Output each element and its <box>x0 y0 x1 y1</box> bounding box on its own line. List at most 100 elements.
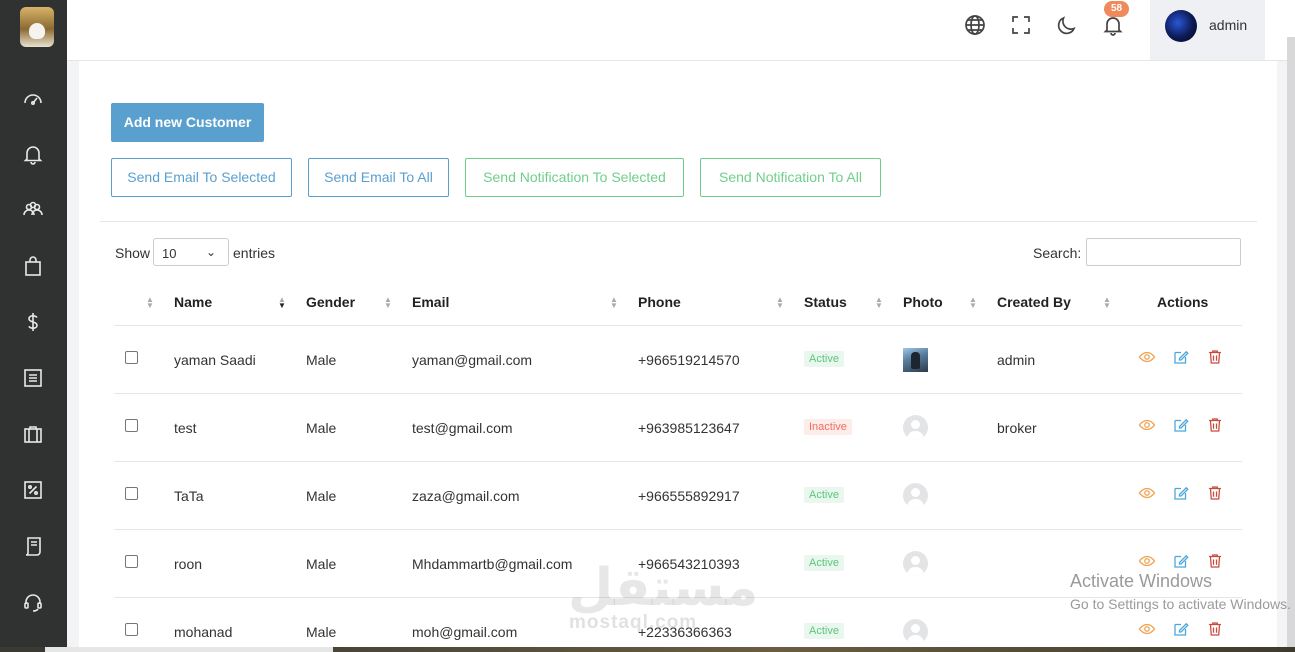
sort-icon[interactable]: ▲ ▼ <box>1103 296 1111 310</box>
sort-icon[interactable]: ▲ ▼ <box>776 296 784 310</box>
trash-icon[interactable] <box>1206 348 1224 366</box>
briefcase-icon[interactable] <box>21 422 45 446</box>
send-notification-all-button[interactable]: Send Notification To All <box>700 158 881 197</box>
avatar-placeholder-icon <box>903 551 928 576</box>
activate-windows-title: Activate Windows <box>1070 571 1213 591</box>
status-badge: Active <box>804 623 844 639</box>
column-header-status[interactable]: Status <box>804 294 847 310</box>
avatar-placeholder-icon <box>903 415 928 440</box>
avatar <box>1165 10 1197 42</box>
trash-icon[interactable] <box>1206 552 1224 570</box>
taskbar <box>0 647 1295 652</box>
sort-icon[interactable]: ▲ ▼ <box>969 296 977 310</box>
cell-phone: +963985123647 <box>638 420 740 436</box>
status-badge: Active <box>804 487 844 503</box>
row-checkbox[interactable] <box>125 623 138 636</box>
cell-email: test@gmail.com <box>412 420 513 436</box>
user-name: admin <box>1209 17 1248 33</box>
row-divider <box>114 393 1242 394</box>
list-icon[interactable] <box>21 366 45 390</box>
edit-icon[interactable] <box>1172 416 1190 434</box>
dashboard-icon[interactable] <box>21 87 45 111</box>
trash-icon[interactable] <box>1206 620 1224 638</box>
row-divider <box>114 461 1242 462</box>
cell-created-by: admin <box>997 352 1036 368</box>
sort-icon[interactable]: ▲ ▼ <box>610 296 618 310</box>
moon-icon[interactable] <box>1055 13 1079 37</box>
sidebar <box>0 0 67 652</box>
cell-email: yaman@gmail.com <box>412 352 533 368</box>
sort-desc-icon[interactable]: ▲ ▼ <box>278 296 286 310</box>
column-header-email[interactable]: Email <box>412 294 449 310</box>
column-header-gender[interactable]: Gender <box>306 294 355 310</box>
edit-icon[interactable] <box>1172 348 1190 366</box>
row-checkbox[interactable] <box>125 487 138 500</box>
row-divider <box>114 325 1242 326</box>
edit-icon[interactable] <box>1172 484 1190 502</box>
notification-count-badge: 58 <box>1104 1 1129 17</box>
page-size-select[interactable]: 10 ⌄ <box>153 238 229 266</box>
divider <box>100 221 1257 222</box>
send-email-selected-button[interactable]: Send Email To Selected <box>111 158 292 197</box>
edit-icon[interactable] <box>1172 620 1190 638</box>
trash-icon[interactable] <box>1206 484 1224 502</box>
show-label: Show <box>115 245 151 261</box>
search-input[interactable] <box>1086 238 1241 266</box>
send-notification-selected-button[interactable]: Send Notification To Selected <box>465 158 684 197</box>
document-icon[interactable] <box>21 534 45 558</box>
activate-windows-subtitle: Go to Settings to activate Windows. <box>1070 596 1291 612</box>
sort-icon[interactable]: ▲ ▼ <box>384 296 392 310</box>
trash-icon[interactable] <box>1206 416 1224 434</box>
globe-icon[interactable] <box>963 13 987 37</box>
column-header-photo[interactable]: Photo <box>903 294 943 310</box>
status-badge: Active <box>804 555 844 571</box>
avatar-placeholder-icon <box>903 619 928 644</box>
edit-icon[interactable] <box>1172 552 1190 570</box>
send-email-all-button[interactable]: Send Email To All <box>308 158 449 197</box>
row-checkbox[interactable] <box>125 351 138 364</box>
sort-icon[interactable]: ▲ ▼ <box>875 296 883 310</box>
users-icon[interactable] <box>21 198 45 222</box>
column-header-created-by[interactable]: Created By <box>997 294 1071 310</box>
cell-gender: Male <box>306 488 337 504</box>
fullscreen-icon[interactable] <box>1009 13 1033 37</box>
cell-email: Mhdammartb@gmail.com <box>412 556 573 572</box>
cell-gender: Male <box>306 556 337 572</box>
headset-icon[interactable] <box>21 590 45 614</box>
column-header-name[interactable]: Name <box>174 294 212 310</box>
row-checkbox[interactable] <box>125 419 138 432</box>
column-header-phone[interactable]: Phone <box>638 294 681 310</box>
dollar-icon[interactable] <box>21 310 45 334</box>
shopping-bag-icon[interactable] <box>21 254 45 278</box>
eye-icon[interactable] <box>1138 552 1156 570</box>
cell-gender: Male <box>306 624 337 640</box>
cell-gender: Male <box>306 420 337 436</box>
entries-label: entries <box>233 245 276 261</box>
column-header-actions: Actions <box>1157 294 1209 310</box>
customer-photo[interactable] <box>903 348 928 372</box>
status-badge: Active <box>804 351 844 367</box>
cell-phone: +966555892917 <box>638 488 740 504</box>
scrollbar[interactable] <box>1287 37 1295 652</box>
row-divider <box>114 529 1242 530</box>
cell-email: moh@gmail.com <box>412 624 518 640</box>
cell-name: yaman Saadi <box>174 352 256 368</box>
percent-icon[interactable] <box>21 478 45 502</box>
cell-email: zaza@gmail.com <box>412 488 520 504</box>
watermark-logo: مستقل <box>568 558 759 618</box>
search-label: Search: <box>1033 245 1082 261</box>
app-logo[interactable] <box>20 7 54 47</box>
eye-icon[interactable] <box>1138 416 1156 434</box>
bell-icon[interactable] <box>21 142 45 166</box>
add-customer-button[interactable]: Add new Customer <box>111 103 264 142</box>
page-size-value: 10 <box>162 246 177 261</box>
sort-icon[interactable]: ▲ ▼ <box>146 296 154 310</box>
user-menu[interactable]: admin <box>1150 0 1265 60</box>
avatar-placeholder-icon <box>903 483 928 508</box>
row-checkbox[interactable] <box>125 555 138 568</box>
eye-icon[interactable] <box>1138 348 1156 366</box>
cell-name: roon <box>174 556 203 572</box>
cell-created-by: broker <box>997 420 1037 436</box>
eye-icon[interactable] <box>1138 484 1156 502</box>
eye-icon[interactable] <box>1138 620 1156 638</box>
